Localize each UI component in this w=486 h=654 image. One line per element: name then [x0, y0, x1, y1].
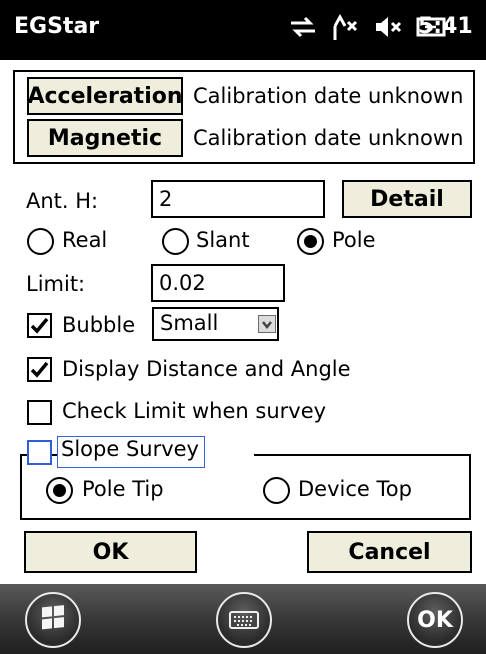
- windows-start-button[interactable]: [25, 592, 81, 648]
- radio-slant[interactable]: [162, 228, 189, 255]
- acceleration-button[interactable]: Acceleration: [27, 77, 183, 115]
- magnetic-button[interactable]: Magnetic: [27, 119, 183, 157]
- radio-real[interactable]: [27, 228, 54, 255]
- limit-input[interactable]: 0.02: [151, 264, 285, 302]
- bubble-label: Bubble: [62, 313, 136, 337]
- radio-slant-label: Slant: [196, 228, 250, 252]
- sync-arrows-icon[interactable]: [288, 12, 318, 46]
- app-title: EGStar: [14, 14, 100, 39]
- acceleration-status: Calibration date unknown: [193, 84, 464, 108]
- speaker-muted-icon[interactable]: [374, 12, 402, 46]
- display-distance-checkbox[interactable]: [27, 357, 52, 382]
- check-limit-checkbox[interactable]: [27, 400, 52, 425]
- ok-round-button[interactable]: OK: [407, 592, 463, 648]
- slope-survey-checkbox[interactable]: [27, 440, 52, 465]
- checkmark-icon: [30, 317, 49, 334]
- signal-off-icon[interactable]: [332, 12, 360, 46]
- status-time: 5:41: [418, 14, 473, 39]
- cancel-button[interactable]: Cancel: [307, 531, 472, 573]
- bubble-size-select[interactable]: Small: [152, 307, 279, 341]
- keyboard-button[interactable]: [216, 592, 272, 648]
- bubble-checkbox[interactable]: [27, 313, 52, 338]
- group-border-gap: [202, 448, 254, 458]
- ok-button[interactable]: OK: [24, 531, 197, 573]
- limit-label: Limit:: [26, 272, 86, 296]
- bubble-size-value: Small: [160, 311, 219, 335]
- windows-logo-icon: [42, 605, 64, 630]
- check-limit-label: Check Limit when survey: [62, 399, 327, 423]
- radio-real-label: Real: [62, 228, 108, 252]
- radio-device-top-label: Device Top: [298, 477, 412, 501]
- magnetic-status: Calibration date unknown: [193, 126, 464, 150]
- radio-pole-tip[interactable]: [46, 477, 73, 504]
- radio-pole-tip-label: Pole Tip: [82, 477, 164, 501]
- antenna-height-input[interactable]: 2: [151, 180, 325, 218]
- dropdown-arrow-icon[interactable]: [258, 315, 276, 333]
- antenna-height-label: Ant. H:: [26, 189, 99, 213]
- ok-round-label: OK: [417, 607, 453, 633]
- display-distance-label: Display Distance and Angle: [62, 357, 351, 381]
- slope-survey-label[interactable]: Slope Survey: [57, 436, 205, 468]
- keyboard-icon: [229, 611, 259, 629]
- radio-pole[interactable]: [297, 228, 324, 255]
- checkmark-icon: [30, 361, 49, 378]
- detail-button[interactable]: Detail: [342, 180, 472, 218]
- radio-device-top[interactable]: [263, 477, 290, 504]
- radio-pole-label: Pole: [332, 228, 376, 252]
